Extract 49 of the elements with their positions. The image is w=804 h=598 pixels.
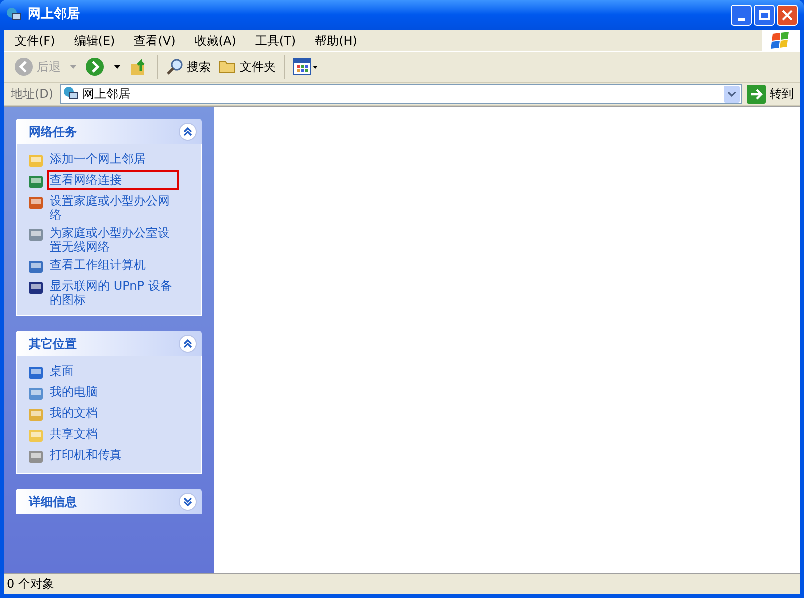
section-header[interactable]: 网络任务: [16, 119, 202, 144]
task-link[interactable]: 共享文档: [50, 427, 176, 441]
task-link[interactable]: 添加一个网上邻居: [50, 152, 176, 166]
dropdown-arrow-icon: [114, 65, 121, 69]
task-link[interactable]: 设置家庭或小型办公网络: [50, 194, 176, 222]
task-link[interactable]: 查看工作组计算机: [50, 258, 176, 272]
task-link[interactable]: 我的电脑: [50, 385, 176, 399]
folders-button[interactable]: 文件夹: [217, 54, 278, 80]
maximize-button[interactable]: [754, 4, 775, 26]
search-button[interactable]: 搜索: [164, 54, 213, 80]
menu-item[interactable]: 查看(V): [129, 32, 181, 50]
network-computer-icon: [62, 86, 79, 102]
address-label: 地址(D): [10, 86, 55, 103]
section-header[interactable]: 详细信息: [16, 489, 202, 514]
address-field[interactable]: 网上邻居: [60, 84, 742, 104]
section-title: 其它位置: [29, 336, 78, 352]
dropdown-arrow-icon: [70, 65, 77, 69]
menu-item[interactable]: 编辑(E): [69, 32, 120, 50]
expand-icon[interactable]: [179, 492, 197, 510]
menu-item[interactable]: 文件(F): [10, 32, 60, 50]
task-link[interactable]: 为家庭或小型办公室设置无线网络: [50, 226, 176, 254]
close-icon: [782, 10, 793, 20]
views-icon: [293, 58, 319, 76]
collapse-icon[interactable]: [179, 122, 197, 140]
menu-item[interactable]: 工具(T): [250, 32, 302, 50]
address-dropdown-button[interactable]: [724, 86, 740, 102]
section-title: 详细信息: [29, 494, 78, 510]
task-link[interactable]: 显示联网的 UPnP 设备的图标: [50, 279, 176, 307]
status-text: 0 个对象: [7, 576, 54, 593]
window-title: 网上邻居: [28, 6, 80, 24]
search-icon: [166, 58, 184, 76]
windows-flag-icon: [771, 32, 791, 50]
task-link[interactable]: 桌面: [50, 364, 176, 378]
task-link[interactable]: 我的文档: [50, 406, 176, 420]
menu-item[interactable]: 收藏(A): [190, 32, 242, 50]
close-button[interactable]: [777, 4, 798, 26]
collapse-icon[interactable]: [179, 334, 197, 352]
address-value: 网上邻居: [82, 86, 132, 103]
go-button[interactable]: 转到: [745, 84, 796, 104]
menu-item[interactable]: 帮助(H): [310, 32, 362, 50]
chevron-down-icon: [728, 92, 736, 96]
network-computer-icon: [6, 7, 22, 23]
task-link[interactable]: 打印机和传真: [50, 448, 176, 462]
maximize-icon: [759, 10, 770, 20]
section-header[interactable]: 其它位置: [16, 331, 202, 356]
task-link[interactable]: 查看网络连接: [50, 173, 176, 187]
section-title: 网络任务: [29, 124, 78, 140]
minimize-button[interactable]: [731, 4, 752, 26]
minimize-icon: [738, 18, 745, 20]
